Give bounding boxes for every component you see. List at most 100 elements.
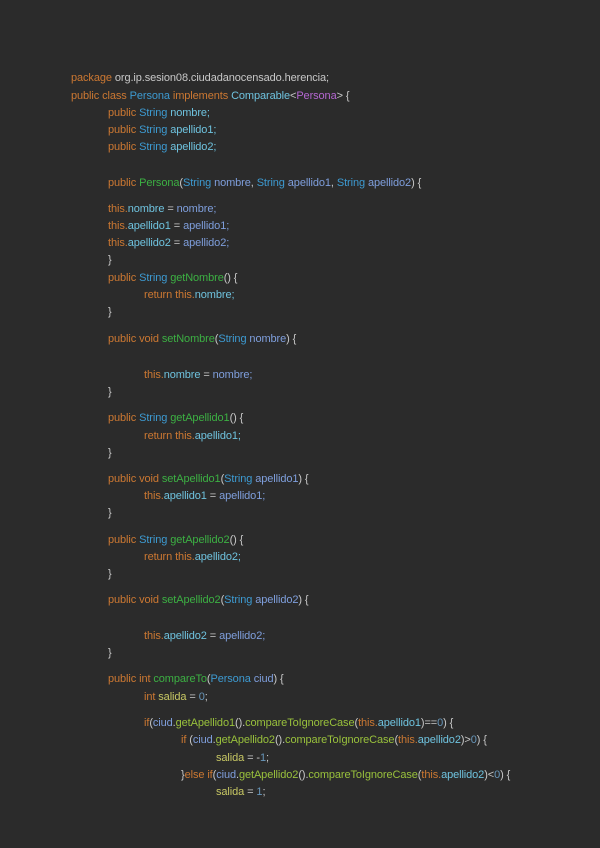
code-token: apellido2 (127, 237, 171, 249)
code-token: } (108, 507, 112, 519)
code-token: salida (216, 752, 245, 764)
code-line: return this.apellido2; (144, 551, 241, 563)
code-line: public void setNombre(String nombre) { (108, 333, 296, 345)
code-token: nombre; (194, 289, 235, 301)
code-token: ) { (411, 177, 422, 189)
code-line: this.nombre = nombre; (144, 369, 252, 381)
code-token: apellido1; (170, 124, 217, 136)
code-token: apellido1 (377, 717, 421, 729)
code-token: apellido1; (194, 430, 241, 442)
code-line: } (108, 386, 112, 398)
code-token: getApellido1 (175, 717, 235, 729)
code-token: org.ip.sesion08.ciudadanocensado.herenci… (114, 72, 329, 84)
code-token: public class (71, 90, 130, 102)
code-token: this. (144, 630, 164, 642)
code-token: > { (336, 90, 350, 102)
code-token: Persona (210, 673, 254, 685)
code-token: package (71, 72, 115, 84)
code-token: = (170, 220, 184, 232)
code-token: ; (262, 786, 266, 798)
code-token: Persona (139, 177, 180, 189)
code-token: String (218, 333, 250, 345)
code-line: salida = -1; (216, 752, 269, 764)
code-line: this.apellido1 = apellido1; (144, 490, 265, 502)
code-token: return this. (144, 289, 195, 301)
code-token: apellido2 (255, 594, 299, 606)
code-token: return this. (144, 551, 195, 563)
code-token: () { (223, 272, 238, 284)
code-token: public (108, 177, 140, 189)
code-token: (). (274, 734, 286, 746)
code-line: return this.nombre; (144, 289, 235, 301)
code-line: public class Persona implements Comparab… (71, 90, 350, 102)
code-token: ; (204, 691, 208, 703)
code-token: Persona (129, 90, 173, 102)
code-token: String (139, 107, 171, 119)
code-token: () { (229, 412, 244, 424)
code-line: public void setApellido2(String apellido… (108, 594, 309, 606)
code-token: setApellido2 (161, 594, 221, 606)
code-line: } (108, 447, 112, 459)
code-token: setApellido1 (161, 473, 221, 485)
code-token: nombre (127, 203, 165, 215)
code-line: if (ciud.getApellido2().compareToIgnoreC… (181, 734, 487, 746)
code-line: } (108, 647, 112, 659)
code-token: apellido1 (255, 473, 299, 485)
code-token: apellido1; (183, 220, 230, 232)
code-token: this. (108, 220, 128, 232)
code-line: this.nombre = nombre; (108, 203, 216, 215)
code-token: getNombre (170, 272, 224, 284)
code-token: ) { (273, 673, 284, 685)
code-line: } (108, 568, 112, 580)
code-token: Persona (296, 90, 337, 102)
code-line: public void setApellido1(String apellido… (108, 473, 309, 485)
code-token: this. (398, 734, 418, 746)
code-token: public (108, 412, 140, 424)
code-token: apellido2; (194, 551, 241, 563)
code-token: = (186, 691, 199, 703)
code-token: ) { (286, 333, 297, 345)
code-token: salida (216, 786, 245, 798)
code-line: public String getApellido1() { (108, 412, 243, 424)
code-line: return this.apellido1; (144, 430, 241, 442)
code-token: String (139, 141, 171, 153)
code-token: String (224, 473, 256, 485)
code-line: int salida = 0; (144, 691, 208, 703)
code-line: public String getApellido2() { (108, 534, 243, 546)
code-token: compareToIgnoreCase (245, 717, 355, 729)
code-line: public String getNombre() { (108, 272, 237, 284)
code-token: this. (108, 203, 128, 215)
code-token: ciud (253, 673, 274, 685)
code-token: this. (358, 717, 378, 729)
code-token: String (139, 272, 171, 284)
code-token: } (108, 447, 112, 459)
code-token: ) { (443, 717, 454, 729)
code-line: this.apellido2 = apellido2; (108, 237, 229, 249)
code-token: apellido2; (170, 141, 217, 153)
code-token: } (108, 647, 112, 659)
code-token: this. (108, 237, 128, 249)
code-token: apellido2 (441, 769, 485, 781)
code-token: } (108, 568, 112, 580)
code-token: implements (172, 90, 232, 102)
code-line: public String nombre; (108, 107, 210, 119)
code-token: String (256, 177, 288, 189)
code-line: } (108, 306, 112, 318)
code-line: if(ciud.getApellido1().compareToIgnoreCa… (144, 717, 453, 729)
code-token: (). (235, 717, 246, 729)
code-token: apellido1; (219, 490, 266, 502)
code-token: = (200, 369, 213, 381)
code-token: public (108, 272, 140, 284)
code-token: = (244, 786, 257, 798)
code-token: apellido1 (163, 490, 207, 502)
code-line: } (108, 254, 112, 266)
code-token: apellido1 (287, 177, 331, 189)
code-token: } (108, 254, 112, 266)
code-token: apellido2 (163, 630, 207, 642)
code-token: return this. (144, 430, 195, 442)
code-token: getApellido2 (215, 734, 275, 746)
code-token: getApellido2 (238, 769, 299, 781)
code-token: ; (266, 752, 269, 764)
code-token: apellido2; (219, 630, 266, 642)
code-token: ) { (298, 594, 309, 606)
